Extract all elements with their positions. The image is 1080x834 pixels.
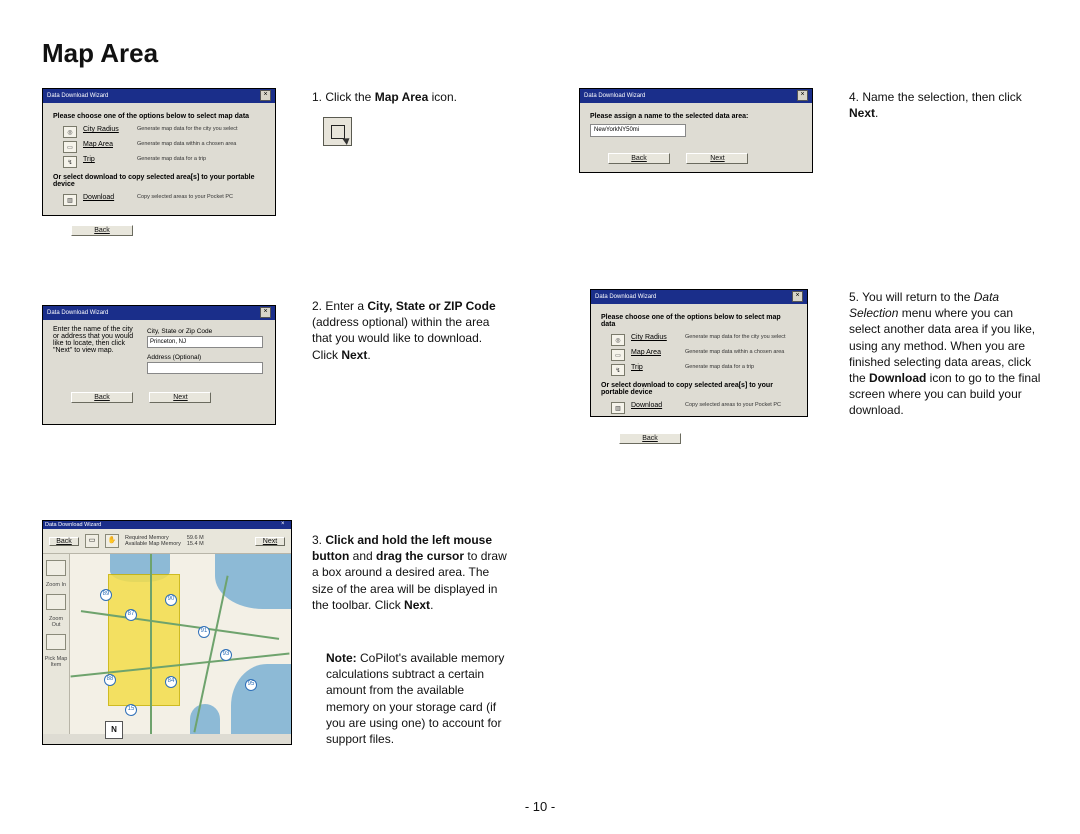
close-icon[interactable]: × [281, 521, 289, 529]
wizard-step5: Data Download Wizard × Please choose one… [590, 289, 808, 417]
name-input[interactable]: NewYorkNY50mi [590, 124, 686, 137]
back-button[interactable]: Back [71, 225, 133, 236]
option-trip[interactable]: ↯ Trip Generate map data for a trip [63, 156, 265, 168]
city-label: City, State or Zip Code [147, 328, 263, 335]
map-area-tool-icon[interactable]: ▭ [85, 534, 99, 548]
zoom-out-label: Zoom Out [44, 616, 68, 628]
option-city-radius[interactable]: ◎ City Radius Generate map data for the … [611, 334, 797, 346]
wizard-step1: Data Download Wizard × Please choose one… [42, 88, 276, 216]
wizard-copy-header: Or select download to copy selected area… [601, 382, 797, 396]
hand-tool-icon[interactable]: ✋ [105, 534, 119, 548]
pick-item-button[interactable] [46, 634, 66, 650]
wizard-step3-map: Data Download Wizard × Back ▭ ✋ Required… [42, 520, 292, 745]
route-badge: 91 [198, 626, 210, 638]
option-download[interactable]: ▥ Download Copy selected areas to your P… [611, 402, 797, 414]
route-badge: 88 [104, 674, 116, 686]
wizard-title-text: Data Download Wizard [47, 93, 108, 99]
page-title: Map Area [42, 38, 158, 69]
city-radius-icon: ◎ [63, 126, 77, 138]
route-badge: 84 [165, 676, 177, 688]
route-badge: 15 [125, 704, 137, 716]
step3-text: 3. Click and hold the left mouse button … [312, 532, 507, 613]
step2-text: 2. Enter a City, State or ZIP Code (addr… [312, 298, 507, 363]
trip-icon: ↯ [63, 156, 77, 168]
route-badge: 90 [165, 594, 177, 606]
download-icon: ▥ [63, 194, 77, 206]
wizard-title-text: Data Download Wizard [595, 294, 656, 300]
wizard-titlebar: Data Download Wizard × [43, 306, 275, 320]
zoom-out-button[interactable] [46, 594, 66, 610]
city-input[interactable]: Princeton, NJ [147, 336, 263, 348]
wizard-select-header: Please choose one of the options below t… [53, 113, 265, 120]
page: Map Area Data Download Wizard × Please c… [0, 0, 1080, 834]
next-button[interactable]: Next [255, 537, 285, 546]
step4-text: 4. Name the selection, then click Next. [849, 89, 1039, 121]
mem2-value: 15.4 M [187, 541, 204, 547]
map-sidebar: Zoom In Zoom Out Pick Map Item [43, 554, 70, 734]
option-city-radius[interactable]: ◎ City Radius Generate map data for the … [63, 126, 265, 138]
map-area-icon: ▭ [63, 141, 77, 153]
route-badge: 87 [125, 609, 137, 621]
option-trip[interactable]: ↯ Trip Generate map data for a trip [611, 364, 797, 376]
close-icon[interactable]: × [260, 90, 271, 101]
close-icon[interactable]: × [260, 307, 271, 318]
option-download[interactable]: ▥ Download Copy selected areas to your P… [63, 194, 265, 206]
next-button[interactable]: Next [686, 153, 748, 164]
step3-note: Note: CoPilot's available memory calcula… [326, 650, 506, 747]
map-toolbar: Back ▭ ✋ Required Memory Available Map M… [43, 529, 291, 554]
city-radius-icon: ◎ [611, 334, 625, 346]
back-button[interactable]: Back [619, 433, 681, 444]
zoom-in-button[interactable] [46, 560, 66, 576]
address-input[interactable] [147, 362, 263, 374]
route-badge: 89 [100, 589, 112, 601]
route-badge: 95 [245, 679, 257, 691]
wizard-titlebar: Data Download Wizard × [43, 89, 275, 103]
wizard-select-header: Please choose one of the options below t… [601, 314, 797, 328]
address-instruction: Enter the name of the city or address th… [53, 326, 139, 376]
route-badge: 93 [220, 649, 232, 661]
close-icon[interactable]: × [792, 291, 803, 302]
wizard-title-text: Data Download Wizard [45, 522, 101, 528]
wizard-titlebar: Data Download Wizard × [580, 89, 812, 103]
page-number: - 10 - [0, 799, 1080, 814]
zoom-in-label: Zoom In [44, 582, 68, 588]
back-button[interactable]: Back [608, 153, 670, 164]
wizard-titlebar: Data Download Wizard × [43, 521, 291, 529]
wizard-step2: Data Download Wizard × Enter the name of… [42, 305, 276, 425]
map-canvas[interactable]: 89 87 90 91 88 84 93 95 15 [70, 554, 291, 734]
wizard-titlebar: Data Download Wizard × [591, 290, 807, 304]
next-button[interactable]: Next [149, 392, 211, 403]
wizard-title-text: Data Download Wizard [584, 93, 645, 99]
trip-icon: ↯ [611, 364, 625, 376]
pick-item-label: Pick Map Item [44, 656, 68, 668]
wizard-copy-header: Or select download to copy selected area… [53, 174, 265, 188]
download-icon: ▥ [611, 402, 625, 414]
wizard-name-header: Please assign a name to the selected dat… [590, 113, 802, 120]
step1-text: 1. Click the Map Area icon. [312, 89, 492, 105]
mem2-label: Available Map Memory [125, 541, 181, 547]
close-icon[interactable]: × [797, 90, 808, 101]
wizard-step4: Data Download Wizard × Please assign a n… [579, 88, 813, 173]
compass-icon: N [105, 721, 123, 739]
option-map-area[interactable]: ▭ Map Area Generate map data within a ch… [611, 349, 797, 361]
option-map-area[interactable]: ▭ Map Area Generate map data within a ch… [63, 141, 265, 153]
map-area-button-icon [323, 117, 352, 146]
back-button[interactable]: Back [49, 537, 79, 546]
map-area-icon: ▭ [611, 349, 625, 361]
address-label: Address (Optional) [147, 354, 263, 361]
wizard-title-text: Data Download Wizard [47, 310, 108, 316]
step5-text: 5. You will return to the Data Selection… [849, 289, 1044, 419]
back-button[interactable]: Back [71, 392, 133, 403]
